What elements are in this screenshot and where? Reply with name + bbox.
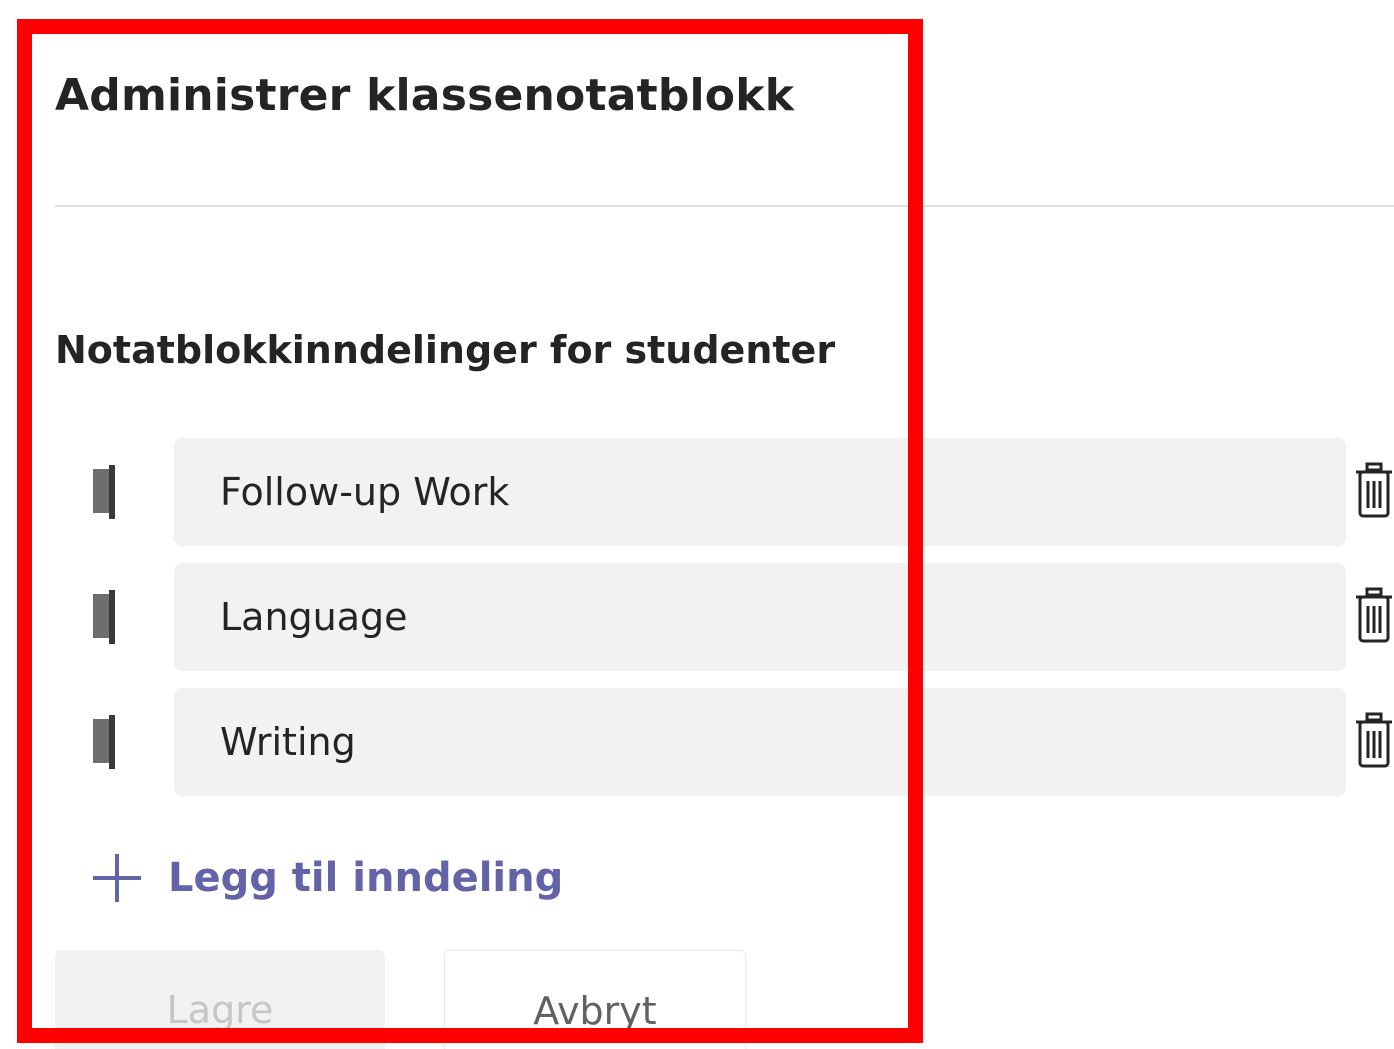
delete-section-button[interactable]	[1354, 587, 1394, 645]
cancel-button[interactable]: Avbryt	[444, 950, 746, 1049]
section-name-input[interactable]	[174, 688, 1346, 796]
add-section-button[interactable]: Legg til inndeling	[90, 846, 563, 910]
section-row	[0, 688, 1394, 796]
manage-class-notebook-dialog: Administrer klassenotatblokk Notatblokki…	[0, 0, 1394, 1049]
sections-heading: Notatblokkinndelinger for studenter	[55, 328, 836, 372]
section-row	[0, 438, 1394, 546]
section-row	[0, 563, 1394, 671]
add-section-label: Legg til inndeling	[168, 855, 564, 901]
trash-icon	[1356, 712, 1392, 768]
delete-section-button[interactable]	[1354, 712, 1394, 770]
title-divider	[55, 205, 1394, 207]
section-name-input[interactable]	[174, 563, 1346, 671]
page-title: Administrer klassenotatblokk	[55, 70, 795, 121]
save-button[interactable]: Lagre	[55, 950, 385, 1049]
delete-section-button[interactable]	[1354, 462, 1394, 520]
trash-icon	[1356, 587, 1392, 643]
plus-icon	[93, 854, 141, 902]
section-name-input[interactable]	[174, 438, 1346, 546]
trash-icon	[1356, 462, 1392, 518]
drag-handle-icon[interactable]	[93, 590, 116, 644]
drag-handle-icon[interactable]	[93, 465, 116, 519]
drag-handle-icon[interactable]	[93, 715, 116, 769]
